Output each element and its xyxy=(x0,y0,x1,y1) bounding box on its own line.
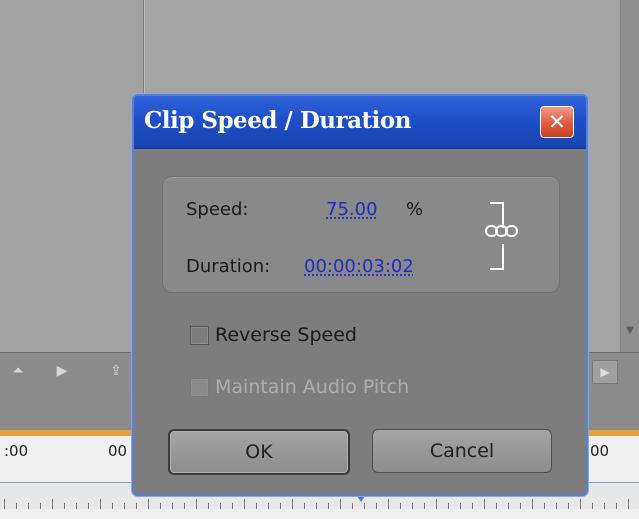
ruler-tick xyxy=(616,503,617,509)
ruler-tick xyxy=(580,499,581,509)
play-icon[interactable]: ▶ xyxy=(592,360,618,384)
ruler-tick xyxy=(376,503,377,509)
ruler-tick xyxy=(4,499,5,509)
duration-value-field[interactable]: 00:00:03:02 xyxy=(304,256,414,277)
ruler-tick xyxy=(148,499,149,509)
ruler-tick xyxy=(592,503,593,509)
ruler-tick xyxy=(400,503,401,509)
ruler-tick xyxy=(436,499,437,509)
ruler-tick xyxy=(604,503,605,509)
ruler-tick xyxy=(88,503,89,509)
ok-button[interactable]: OK xyxy=(168,429,350,475)
ruler-tick xyxy=(496,503,497,509)
app-window: ▼ ⏶ ▶ ⇪ ▶ :00 00 00 Clip Speed / Duratio… xyxy=(0,0,639,519)
ruler-tick xyxy=(628,499,629,509)
timecode-label: :00 xyxy=(4,442,29,460)
ruler-tick xyxy=(40,503,41,509)
ruler-tick xyxy=(136,503,137,509)
speed-value-field[interactable]: 75.00 xyxy=(326,199,378,220)
left-panel xyxy=(0,0,144,352)
ruler-tick xyxy=(556,503,557,509)
ruler-tick xyxy=(64,503,65,509)
ruler-tick xyxy=(52,499,53,509)
ruler-tick xyxy=(544,503,545,509)
reverse-speed-option[interactable]: Reverse Speed xyxy=(190,324,357,346)
ruler-tick xyxy=(328,503,329,509)
clip-speed-duration-dialog: Clip Speed / Duration ✕ Speed: 75.00 % D… xyxy=(132,94,588,496)
ruler-tick xyxy=(184,503,185,509)
ruler-tick xyxy=(208,503,209,509)
mark-in-icon[interactable]: ⏶ xyxy=(6,360,30,382)
ruler-tick xyxy=(316,503,317,509)
ruler-tick xyxy=(532,499,533,509)
ruler-tick xyxy=(484,499,485,509)
ruler-tick xyxy=(280,503,281,509)
ruler-tick xyxy=(472,503,473,509)
maintain-audio-pitch-label: Maintain Audio Pitch xyxy=(215,376,410,398)
ruler-tick xyxy=(388,499,389,509)
speed-label: Speed: xyxy=(186,199,249,220)
reverse-speed-checkbox[interactable] xyxy=(190,325,209,345)
ruler-tick xyxy=(340,499,341,509)
ruler-tick xyxy=(292,499,293,509)
ruler-tick xyxy=(568,503,569,509)
timecode-label: 00 xyxy=(590,442,610,460)
step-icon[interactable]: ▶ xyxy=(50,360,74,382)
scroll-down-icon[interactable]: ▼ xyxy=(624,322,636,340)
export-icon[interactable]: ⇪ xyxy=(104,360,128,382)
ruler-tick xyxy=(268,503,269,509)
ruler-tick xyxy=(232,503,233,509)
dialog-titlebar[interactable]: Clip Speed / Duration ✕ xyxy=(134,96,586,149)
ruler-tick xyxy=(412,503,413,509)
link-bracket-bottom xyxy=(490,244,504,270)
ruler-tick xyxy=(256,503,257,509)
ruler-tick xyxy=(352,503,353,509)
ruler-tick xyxy=(100,499,101,509)
ruler-tick xyxy=(76,503,77,509)
ruler-tick xyxy=(448,503,449,509)
ruler-tick xyxy=(220,503,221,509)
ruler-tick xyxy=(16,503,17,509)
chain-link-icon[interactable] xyxy=(485,224,519,238)
ruler-tick xyxy=(124,503,125,509)
ruler-tick xyxy=(508,503,509,509)
cancel-button[interactable]: Cancel xyxy=(372,429,552,473)
duration-label: Duration: xyxy=(186,256,271,277)
ruler-tick xyxy=(160,503,161,509)
ruler-tick xyxy=(364,503,365,509)
ruler-tick xyxy=(520,503,521,509)
dialog-title: Clip Speed / Duration xyxy=(144,107,411,134)
ruler-tick xyxy=(304,503,305,509)
close-button[interactable]: ✕ xyxy=(540,106,574,138)
maintain-audio-pitch-option: Maintain Audio Pitch xyxy=(190,376,409,398)
ruler-tick xyxy=(172,503,173,509)
ruler-tick xyxy=(28,503,29,509)
ruler-tick xyxy=(196,499,197,509)
ruler-tick xyxy=(460,503,461,509)
speed-unit: % xyxy=(406,199,424,220)
maintain-audio-pitch-checkbox xyxy=(190,377,209,397)
ruler-tick xyxy=(112,503,113,509)
timecode-label: 00 xyxy=(108,442,128,460)
ruler-tick xyxy=(244,499,245,509)
reverse-speed-label: Reverse Speed xyxy=(215,324,357,346)
ruler-tick xyxy=(424,503,425,509)
vertical-scrollbar[interactable] xyxy=(620,0,639,352)
